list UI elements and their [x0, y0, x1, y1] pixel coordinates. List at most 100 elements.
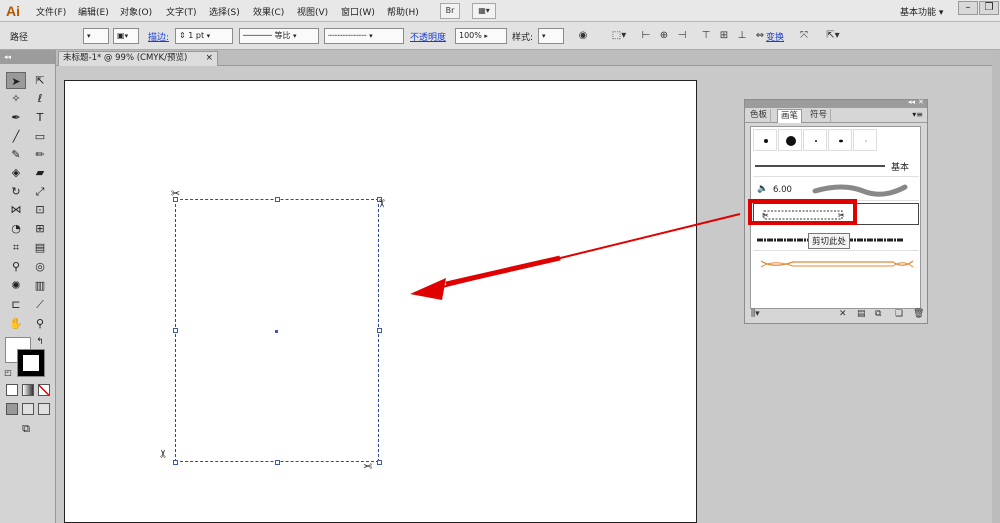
anchor-handle[interactable]	[275, 197, 280, 202]
align-middle-icon[interactable]: ⊞	[716, 28, 732, 44]
brush-libraries-icon[interactable]: ⫼▾	[751, 309, 760, 319]
opacity-field[interactable]: 100% ▸	[455, 28, 507, 44]
column-graph-tool-icon[interactable]: ▥	[30, 277, 50, 294]
isolate-icon[interactable]: ⤧	[796, 28, 812, 44]
rectangle-tool-icon[interactable]: ▭	[30, 128, 50, 145]
opacity-panel-link[interactable]: 不透明度	[410, 30, 446, 43]
calligraphic-brush-thumb[interactable]	[778, 129, 802, 151]
options-icon[interactable]: ▤	[857, 309, 866, 319]
menu-type[interactable]: 文字(T)	[166, 5, 197, 18]
restore-icon[interactable]: ❐	[979, 1, 999, 15]
bridge-button[interactable]: Br	[440, 3, 460, 19]
align-left-icon[interactable]: ⊢	[638, 28, 654, 44]
panel-title-bar[interactable]: ◂◂ ✕	[745, 98, 927, 108]
draw-inside-icon[interactable]	[38, 403, 50, 415]
pencil-tool-icon[interactable]: ✏	[30, 146, 50, 163]
align-to-icon[interactable]: ⬚▾	[608, 28, 630, 44]
collapse-icon[interactable]: ◂◂	[908, 98, 915, 106]
recolor-artwork-icon[interactable]: ◉	[575, 28, 591, 44]
stroke-color-swatch[interactable]	[17, 349, 45, 377]
anchor-handle[interactable]	[275, 460, 280, 465]
hand-tool-icon[interactable]: ✋	[6, 315, 26, 332]
minimize-icon[interactable]: –	[958, 1, 978, 15]
paintbrush-tool-icon[interactable]: ✎	[6, 146, 26, 163]
toolbox-header[interactable]: ◂◂	[0, 50, 55, 64]
stroke-weight-field[interactable]: ⇕ 1 pt ▾	[175, 28, 233, 44]
menu-edit[interactable]: 编辑(E)	[78, 5, 109, 18]
mesh-tool-icon[interactable]: ⌗	[6, 239, 26, 256]
slice-tool-icon[interactable]: ⟋	[30, 296, 50, 313]
zoom-tool-icon[interactable]: ⚲	[30, 315, 50, 332]
eyedropper-tool-icon[interactable]: ⚲	[6, 258, 26, 275]
decorative-brush-row[interactable]	[753, 253, 919, 275]
delete-brush-icon[interactable]: 🗑	[913, 309, 924, 319]
gradient-tool-icon[interactable]: ▤	[30, 239, 50, 256]
menu-window[interactable]: 窗口(W)	[341, 5, 375, 18]
menu-help[interactable]: 帮助(H)	[387, 5, 419, 18]
anchor-handle[interactable]	[377, 460, 382, 465]
shape-builder-tool-icon[interactable]: ◔	[6, 220, 26, 237]
color-mode-icon[interactable]	[6, 384, 18, 396]
tab-brushes[interactable]: 画笔	[777, 109, 803, 123]
duplicate-brush-icon[interactable]: ⧉	[875, 309, 881, 319]
symbol-sprayer-tool-icon[interactable]: ✺	[6, 277, 26, 294]
remove-stroke-icon[interactable]: ✕	[839, 309, 847, 319]
eraser-tool-icon[interactable]: ▰	[30, 164, 50, 181]
calligraphic-brush-thumb[interactable]	[803, 129, 827, 151]
panel-menu-icon[interactable]: ▾≡	[912, 110, 923, 119]
calligraphic-brush-thumb[interactable]	[853, 129, 877, 151]
tab-symbols[interactable]: 符号	[807, 109, 832, 123]
menu-effect[interactable]: 效果(C)	[253, 5, 284, 18]
lasso-tool-icon[interactable]: ℓ	[30, 90, 50, 107]
perspective-grid-tool-icon[interactable]: ⊞	[30, 220, 50, 237]
menu-file[interactable]: 文件(F)	[36, 5, 66, 18]
new-brush-icon[interactable]: ❏	[895, 309, 903, 319]
direct-selection-tool-icon[interactable]: ⇱	[30, 72, 50, 89]
arrange-documents-icon[interactable]: ▦▾	[472, 3, 496, 19]
align-bottom-icon[interactable]: ⊥	[734, 28, 750, 44]
blob-brush-tool-icon[interactable]: ◈	[6, 164, 26, 181]
line-tool-icon[interactable]: ╱	[6, 128, 26, 145]
document-tab[interactable]: 未标题-1* @ 99% (CMYK/预览) ×	[58, 51, 218, 66]
swap-colors-icon[interactable]: ↰	[34, 334, 46, 351]
workspace-switcher[interactable]: 基本功能 ▾	[900, 5, 943, 18]
anchor-handle[interactable]	[377, 328, 382, 333]
brush-definition-dropdown[interactable]: ┄┄┄┄┄┄┄┄ ▾	[324, 28, 404, 44]
blend-tool-icon[interactable]: ◎	[30, 258, 50, 275]
none-mode-icon[interactable]	[38, 384, 50, 396]
artboard[interactable]: ✂ ✂ ✂ ✂	[64, 80, 697, 523]
close-tab-icon[interactable]: ×	[205, 52, 213, 65]
width-tool-icon[interactable]: ⋈	[6, 201, 26, 218]
draw-normal-icon[interactable]	[6, 403, 18, 415]
stroke-color-dropdown[interactable]: ▣▾	[113, 28, 139, 44]
menu-view[interactable]: 视图(V)	[297, 5, 328, 18]
selection-tool-icon[interactable]: ➤	[6, 72, 26, 89]
fill-dropdown[interactable]: ▾	[83, 28, 109, 44]
anchor-handle[interactable]	[173, 328, 178, 333]
magic-wand-tool-icon[interactable]: ✧	[6, 90, 26, 107]
rotate-tool-icon[interactable]: ↻	[6, 183, 26, 200]
control-panel-menu-icon[interactable]: ⇱▾	[820, 28, 846, 44]
menu-object[interactable]: 对象(O)	[120, 5, 152, 18]
close-icon[interactable]: ✕	[918, 98, 924, 106]
menu-select[interactable]: 选择(S)	[209, 5, 240, 18]
align-right-icon[interactable]: ⊣	[674, 28, 690, 44]
screen-mode-icon[interactable]: ⧉	[16, 420, 36, 437]
align-center-icon[interactable]: ⊕	[656, 28, 672, 44]
free-transform-tool-icon[interactable]: ⊡	[30, 201, 50, 218]
type-tool-icon[interactable]: T	[30, 109, 50, 126]
align-top-icon[interactable]: ⊤	[698, 28, 714, 44]
gradient-mode-icon[interactable]	[22, 384, 34, 396]
variable-width-profile[interactable]: ────── 等比 ▾	[239, 28, 319, 44]
tab-swatches[interactable]: 色板	[747, 109, 772, 123]
artboard-tool-icon[interactable]: ⊏	[6, 296, 26, 313]
charcoal-brush-row[interactable]: 🔈 6.00	[753, 179, 919, 201]
scale-tool-icon[interactable]: ⤢	[30, 183, 50, 200]
calligraphic-brush-thumb[interactable]	[753, 129, 777, 151]
calligraphic-brush-thumb[interactable]	[828, 129, 852, 151]
pen-tool-icon[interactable]: ✒	[6, 109, 26, 126]
transform-panel-link[interactable]: 变换	[766, 30, 784, 43]
anchor-handle[interactable]	[173, 460, 178, 465]
graphic-style-dropdown[interactable]: ▾	[538, 28, 564, 44]
stroke-panel-link[interactable]: 描边:	[148, 30, 169, 43]
